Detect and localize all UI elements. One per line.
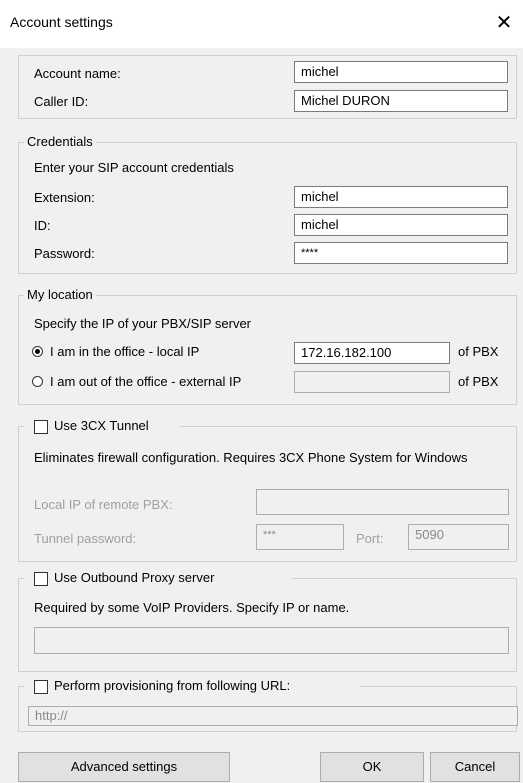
- proxy-description: Required by some VoIP Providers. Specify…: [34, 600, 350, 615]
- credentials-legend: Credentials: [24, 134, 96, 150]
- account-name-label: Account name:: [34, 66, 121, 81]
- ok-button[interactable]: OK: [320, 752, 424, 782]
- external-ip-suffix: of PBX: [458, 374, 499, 389]
- use-proxy-label: Use Outbound Proxy server: [54, 570, 215, 585]
- provisioning-url-input[interactable]: http://: [28, 706, 518, 726]
- caller-id-label: Caller ID:: [34, 94, 89, 109]
- local-ip-radio[interactable]: [32, 346, 43, 357]
- use-tunnel-label: Use 3CX Tunnel: [54, 418, 149, 433]
- local-ip-label: I am in the office - local IP: [50, 344, 200, 359]
- external-ip-input[interactable]: [294, 371, 450, 393]
- remote-ip-input[interactable]: [256, 489, 509, 515]
- external-ip-radio[interactable]: [32, 376, 43, 387]
- advanced-settings-button[interactable]: Advanced settings: [18, 752, 230, 782]
- location-hint: Specify the IP of your PBX/SIP server: [34, 316, 252, 331]
- port-input[interactable]: 5090: [408, 524, 509, 550]
- provisioning-checkbox[interactable]: [34, 680, 48, 694]
- extension-input[interactable]: michel: [294, 186, 508, 208]
- use-tunnel-checkbox[interactable]: [34, 420, 48, 434]
- use-proxy-checkbox[interactable]: [34, 572, 48, 586]
- proxy-input[interactable]: [34, 627, 509, 654]
- password-input[interactable]: ****: [294, 242, 508, 264]
- tunnel-password-input[interactable]: ***: [256, 524, 344, 550]
- location-legend: My location: [24, 287, 96, 303]
- tunnel-password-label: Tunnel password:: [34, 531, 137, 546]
- caller-id-input[interactable]: Michel DURON: [294, 90, 508, 112]
- remote-ip-label: Local IP of remote PBX:: [34, 497, 173, 512]
- proxy-group: [18, 578, 517, 672]
- account-name-input[interactable]: michel: [294, 61, 508, 83]
- local-ip-input[interactable]: 172.16.182.100: [294, 342, 450, 364]
- local-ip-suffix: of PBX: [458, 344, 499, 359]
- external-ip-label: I am out of the office - external IP: [50, 374, 242, 389]
- tunnel-description: Eliminates firewall configuration. Requi…: [34, 450, 468, 465]
- account-settings-dialog: Account settings ✕ Account name: michel …: [0, 0, 523, 783]
- radio-selected-dot: [35, 349, 40, 354]
- title-bar: Account settings ✕: [0, 0, 523, 48]
- id-label: ID:: [34, 218, 51, 233]
- close-icon[interactable]: ✕: [491, 10, 517, 36]
- cancel-button[interactable]: Cancel: [430, 752, 520, 782]
- port-label: Port:: [356, 531, 384, 546]
- password-label: Password:: [34, 246, 95, 261]
- window-title: Account settings: [10, 14, 113, 30]
- id-input[interactable]: michel: [294, 214, 508, 236]
- credentials-hint: Enter your SIP account credentials: [34, 160, 234, 175]
- extension-label: Extension:: [34, 190, 95, 205]
- provisioning-label: Perform provisioning from following URL:: [54, 678, 291, 693]
